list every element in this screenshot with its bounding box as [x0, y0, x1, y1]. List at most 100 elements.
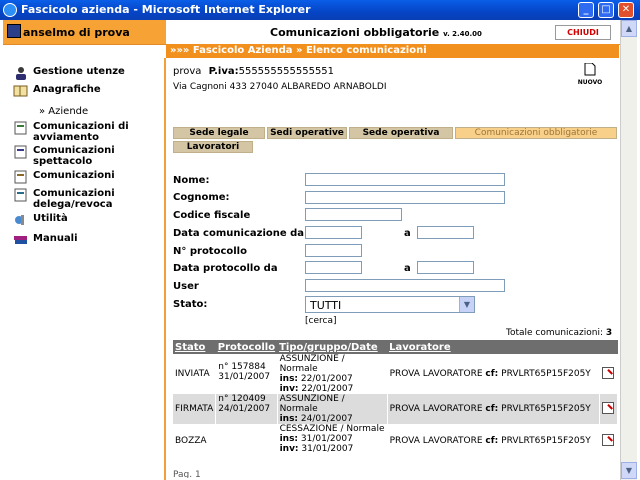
company-address: Via Cagnoni 433 27040 ALBAREDO ARNABOLDI	[173, 82, 387, 92]
tipo-text: ASSUNZIONE / Normale	[279, 394, 345, 414]
table-row[interactable]: BOZZA CESSAZIONE / Normale ins: 31/01/20…	[173, 424, 618, 458]
header-protocollo[interactable]: Protocollo	[215, 340, 278, 354]
lavoratore-name: PROVA LAVORATORE	[389, 369, 483, 379]
cf-label: cf:	[485, 404, 499, 414]
tab-sedi-operative[interactable]: Sedi operative	[267, 127, 347, 139]
scroll-down-icon[interactable]: ▼	[621, 462, 637, 479]
ins-date: 31/01/2007	[300, 434, 353, 444]
edit-document-icon[interactable]	[602, 366, 614, 379]
books-icon	[14, 236, 27, 244]
protocollo-number: n° 120409	[218, 394, 266, 404]
edit-document-icon[interactable]	[602, 401, 614, 414]
cf-value: PRVLRT65P15F205Y	[501, 369, 591, 379]
close-window-button[interactable]: ✕	[618, 2, 634, 18]
user-input[interactable]	[305, 279, 505, 292]
totale-comunicazioni: Totale comunicazioni: 3	[506, 328, 612, 338]
cf-label: cf:	[485, 436, 499, 446]
data-comunicazione-da-input[interactable]	[305, 226, 362, 239]
user-name: anselmo di prova	[23, 26, 130, 39]
user-label: User	[173, 281, 199, 292]
book-icon	[13, 85, 28, 97]
user-block: anselmo di prova	[3, 20, 166, 44]
inv-date: 22/01/2007	[301, 384, 354, 394]
ins-label: ins:	[279, 414, 299, 424]
ins-date: 24/01/2007	[300, 414, 353, 424]
scroll-up-icon[interactable]: ▲	[621, 20, 637, 37]
tipo-text: CESSAZIONE / Normale	[279, 424, 385, 434]
new-document-icon	[584, 62, 596, 76]
header-stato[interactable]: Stato	[173, 340, 216, 354]
tab-lavoratori[interactable]: Lavoratori	[173, 141, 253, 153]
chevron-down-icon[interactable]: ▼	[459, 297, 474, 312]
user-icon	[7, 24, 21, 38]
document-icon	[14, 121, 27, 135]
piva-label: P.iva:	[208, 66, 239, 77]
cell-action	[599, 394, 618, 424]
company-name: prova	[173, 66, 202, 77]
cerca-link[interactable]: [cerca]	[305, 316, 336, 326]
app-title: Comunicazioni obbligatorie v. 2.40.00	[270, 26, 482, 39]
cf-value: PRVLRT65P15F205Y	[501, 436, 591, 446]
minimize-button[interactable]: _	[578, 2, 594, 18]
document-icon	[14, 170, 27, 184]
tab-comunicazioni-obbligatorie[interactable]: Comunicazioni obbligatorie	[455, 127, 617, 139]
window-titlebar: Fascicolo azienda - Microsoft Internet E…	[0, 0, 640, 20]
edit-document-icon[interactable]	[602, 433, 614, 446]
document-icon	[14, 188, 27, 202]
cell-protocollo	[215, 424, 278, 458]
cell-stato: FIRMATA	[173, 394, 217, 424]
table-row[interactable]: FIRMATA n° 120409 24/01/2007 ASSUNZIONE …	[173, 394, 618, 424]
tab-sede-operativa[interactable]: Sede operativa	[349, 127, 453, 139]
header-lavoratore[interactable]: Lavoratore	[387, 340, 600, 354]
breadcrumb: »»» Fascicolo Azienda » Elenco comunicaz…	[166, 44, 619, 58]
cf-value: PRVLRT65P15F205Y	[501, 404, 591, 414]
sidebar-item-label: Anagrafiche	[33, 84, 101, 95]
totale-label: Totale comunicazioni:	[506, 328, 603, 338]
ins-label: ins:	[279, 434, 299, 444]
header-tipo[interactable]: Tipo/gruppo/Date	[277, 340, 388, 354]
page-number: Pag. 1	[173, 470, 201, 478]
protocollo-date: 31/01/2007	[218, 372, 271, 382]
new-button[interactable]: NUOVO	[576, 62, 604, 86]
inv-date: 31/01/2007	[301, 444, 354, 454]
sidebar-item-label: Comunicazioni delega/revoca	[33, 188, 115, 210]
protocollo-input[interactable]	[305, 244, 362, 257]
stato-select[interactable]: TUTTI ▼	[305, 296, 475, 313]
cell-stato: BOZZA	[173, 424, 217, 458]
maximize-button[interactable]: □	[598, 2, 614, 18]
nome-label: Nome:	[173, 175, 210, 186]
cognome-label: Cognome:	[173, 192, 230, 203]
codice-fiscale-input[interactable]	[305, 208, 402, 221]
data-protocollo-a-label: a	[404, 263, 411, 274]
totale-value: 3	[605, 328, 613, 338]
window-title: Fascicolo azienda - Microsoft Internet E…	[21, 3, 311, 16]
tab-sede-legale[interactable]: Sede legale	[173, 127, 265, 139]
cell-lavoratore: PROVA LAVORATORE cf: PRVLRT65P15F205Y	[387, 394, 601, 424]
data-comunicazione-a-input[interactable]	[417, 226, 474, 239]
app-version: v. 2.40.00	[443, 30, 482, 38]
cell-action	[599, 424, 618, 458]
cognome-input[interactable]	[305, 191, 505, 204]
chiudi-button[interactable]: CHIUDI	[555, 25, 611, 40]
cell-stato: INVIATA	[173, 354, 217, 394]
vertical-scrollbar[interactable]: ▲ ▼	[620, 20, 637, 480]
ins-date: 22/01/2007	[300, 374, 353, 384]
lavoratore-name: PROVA LAVORATORE	[389, 436, 483, 446]
sidebar: Gestione utenze Anagrafiche » Aziende Co…	[3, 58, 166, 480]
sidebar-item-label: Comunicazioni spettacolo	[33, 145, 115, 167]
sidebar-item-label: Gestione utenze	[33, 66, 125, 77]
browser-content: anselmo di prova Comunicazioni obbligato…	[3, 20, 637, 480]
protocollo-label: N° protocollo	[173, 246, 247, 257]
data-protocollo-da-input[interactable]	[305, 261, 362, 274]
users-icon	[16, 67, 26, 80]
piva-value: 555555555555551	[238, 66, 335, 77]
sidebar-item-label: » Aziende	[39, 106, 89, 117]
new-label: NUOVO	[577, 79, 603, 86]
stato-select-value: TUTTI	[310, 299, 342, 312]
table-row[interactable]: INVIATA n° 157884 31/01/2007 ASSUNZIONE …	[173, 354, 618, 394]
nome-input[interactable]	[305, 173, 505, 186]
protocollo-date: 24/01/2007	[218, 404, 271, 414]
tools-icon	[15, 215, 24, 225]
stato-label: Stato:	[173, 299, 208, 310]
data-protocollo-a-input[interactable]	[417, 261, 474, 274]
